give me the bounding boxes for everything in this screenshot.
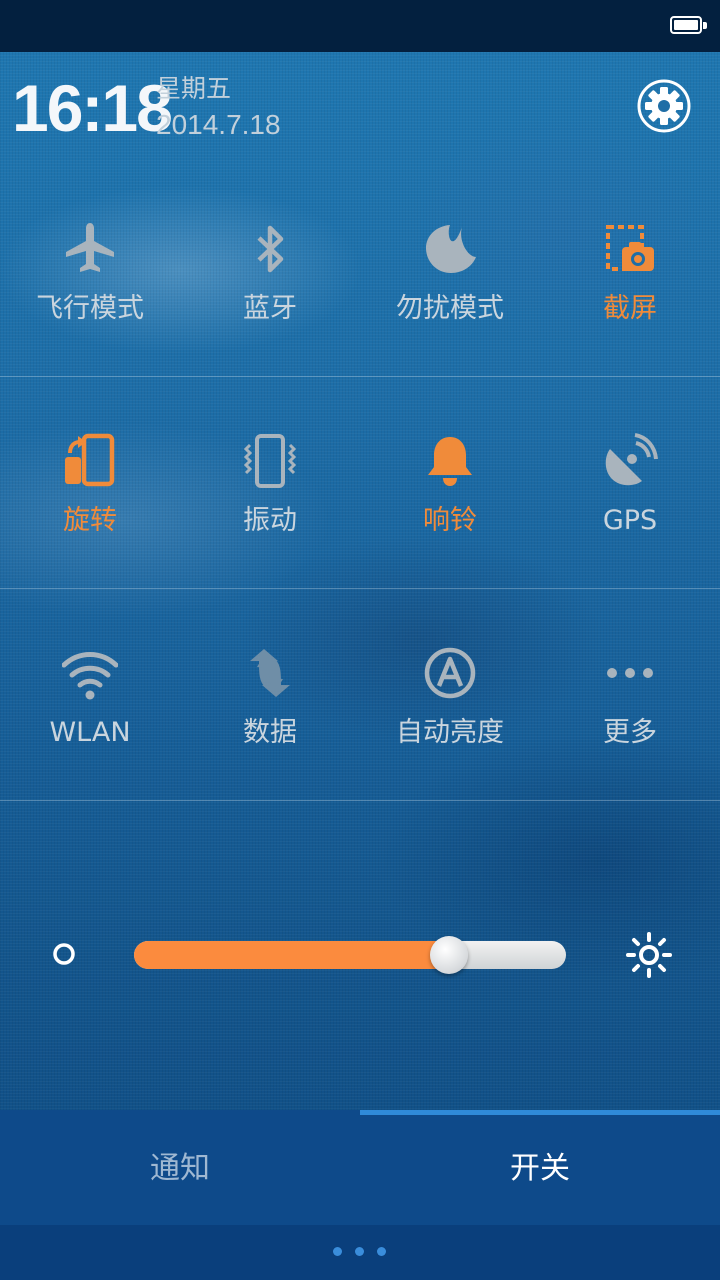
brightness-slider-fill <box>134 941 449 969</box>
page-indicator <box>0 1225 720 1280</box>
toggle-ringer[interactable]: 响铃 <box>360 377 540 588</box>
toggle-label: 截屏 <box>603 293 657 324</box>
battery-full-icon <box>670 16 707 34</box>
brightness-control <box>0 910 720 1000</box>
toggle-more[interactable]: 更多 <box>540 589 720 800</box>
toggle-mobile-data[interactable]: 数据 <box>180 589 360 800</box>
bluetooth-icon <box>257 225 284 273</box>
date-label: 2014.7.18 <box>156 109 281 140</box>
bell-icon <box>428 437 472 486</box>
page-dot <box>333 1247 342 1256</box>
tab-bar: 通知 开关 <box>0 1110 720 1225</box>
toggle-wlan[interactable]: WLAN <box>0 589 180 800</box>
status-bar <box>0 0 720 52</box>
tab-label: 开关 <box>510 1151 570 1186</box>
toggle-screenshot[interactable]: 截屏 <box>540 165 720 376</box>
screenshot-icon <box>606 225 654 271</box>
toggle-bluetooth[interactable]: 蓝牙 <box>180 165 360 376</box>
gps-icon <box>605 433 658 486</box>
toggle-row: WLAN 数据 自动亮度 更多 <box>0 589 720 801</box>
toggle-label: 更多 <box>603 717 657 748</box>
toggle-vibrate[interactable]: 振动 <box>180 377 360 588</box>
active-tab-indicator <box>360 1110 720 1115</box>
brightness-slider[interactable] <box>134 936 566 974</box>
toggle-airplane-mode[interactable]: 飞行模式 <box>0 165 180 376</box>
tab-notifications[interactable]: 通知 <box>0 1110 360 1225</box>
toggle-gps[interactable]: GPS <box>540 377 720 588</box>
toggle-rotation[interactable]: 旋转 <box>0 377 180 588</box>
auto-brightness-icon <box>424 647 476 699</box>
moon-icon <box>426 225 476 273</box>
toggle-do-not-disturb[interactable]: 勿扰模式 <box>360 165 540 376</box>
toggle-label: 响铃 <box>423 505 477 536</box>
toggle-label: 自动亮度 <box>396 717 504 748</box>
toggle-label: 振动 <box>243 505 297 536</box>
toggle-label: 数据 <box>243 717 297 748</box>
wifi-icon <box>62 652 118 700</box>
toggle-auto-brightness[interactable]: 自动亮度 <box>360 589 540 800</box>
clock-time: 16:18 <box>12 71 173 145</box>
toggle-grid: 飞行模式 蓝牙 勿扰模式 截屏 旋转 振动 响铃 GPS WLAN 数据 自动亮… <box>0 165 720 801</box>
page-dot <box>377 1247 386 1256</box>
gear-icon[interactable] <box>636 78 692 134</box>
brightness-low-icon <box>53 943 75 965</box>
toggle-label: WLAN <box>49 717 131 748</box>
brightness-slider-thumb[interactable] <box>430 936 468 974</box>
toggle-label: 飞行模式 <box>36 293 144 324</box>
tab-toggles[interactable]: 开关 <box>360 1110 720 1225</box>
toggle-row: 旋转 振动 响铃 GPS <box>0 377 720 589</box>
vibrate-icon <box>243 434 297 488</box>
toggle-label: 旋转 <box>63 505 117 536</box>
toggle-label: 勿扰模式 <box>396 293 504 324</box>
data-icon <box>250 649 290 697</box>
rotate-icon <box>65 433 115 487</box>
page-dot <box>355 1247 364 1256</box>
weekday-label: 星期五 <box>156 74 232 103</box>
toggle-row: 飞行模式 蓝牙 勿扰模式 截屏 <box>0 165 720 377</box>
brightness-high-icon <box>626 932 672 978</box>
toggle-label: 蓝牙 <box>243 293 297 324</box>
more-icon <box>607 668 653 678</box>
airplane-icon <box>66 223 114 272</box>
toggle-label: GPS <box>602 505 658 536</box>
